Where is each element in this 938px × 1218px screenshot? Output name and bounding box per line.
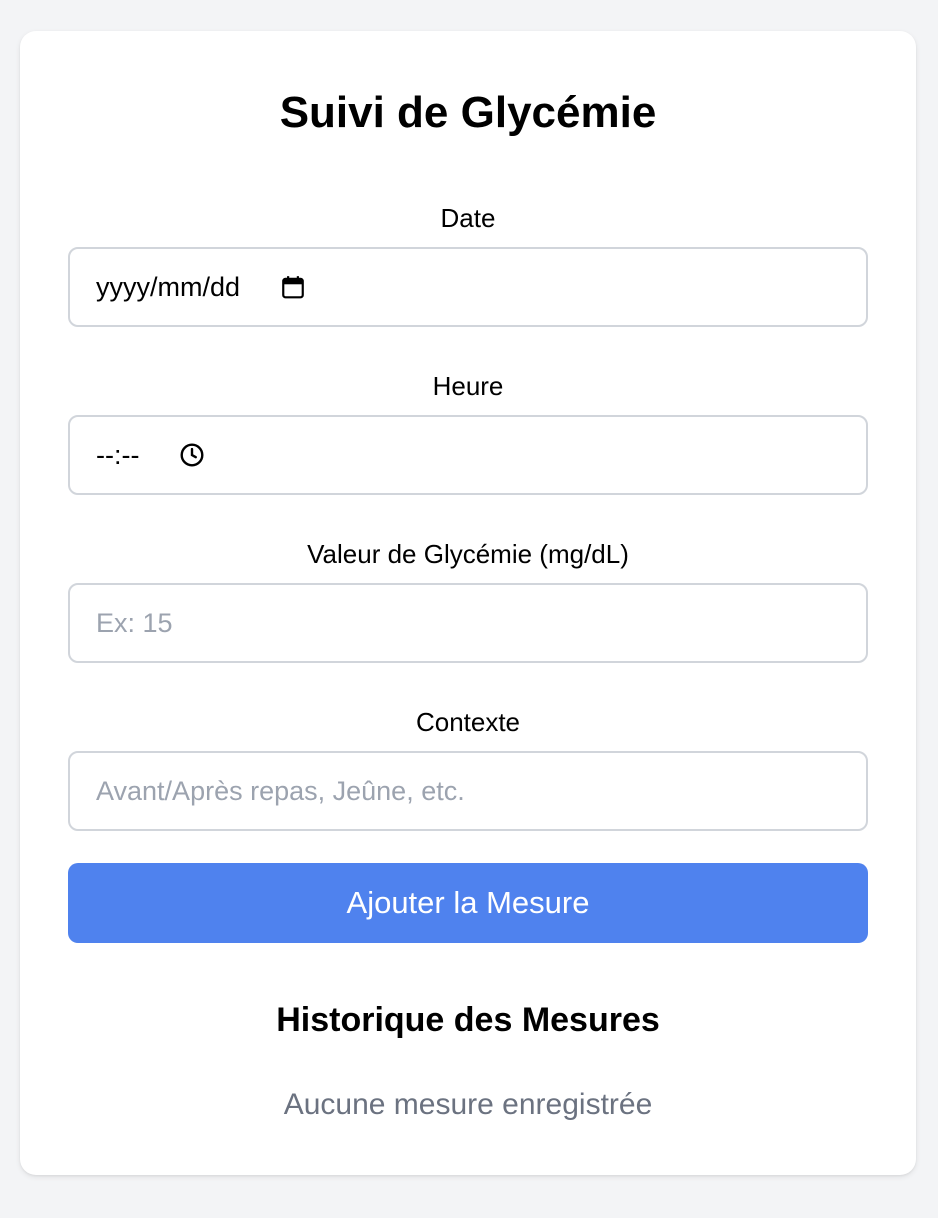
clock-icon[interactable] <box>179 442 205 468</box>
context-input[interactable] <box>96 753 866 829</box>
glucose-input[interactable] <box>96 585 866 661</box>
history-title: Historique des Mesures <box>276 1001 660 1039</box>
date-label: Date <box>440 203 496 233</box>
time-label: Heure <box>432 371 504 401</box>
date-field[interactable]: yyyy/mm/dd <box>68 247 868 327</box>
history-empty-message: Aucune mesure enregistrée <box>283 1088 653 1121</box>
context-field-wrapper <box>68 751 868 831</box>
context-label: Contexte <box>415 707 521 737</box>
time-field[interactable]: --:-- <box>68 415 868 495</box>
time-value: --:-- <box>96 439 140 470</box>
page-title: Suivi de Glycémie <box>279 88 657 137</box>
tracker-card: Suivi de Glycémie Date yyyy/mm/dd Heure … <box>20 31 916 1175</box>
add-measurement-button[interactable]: Ajouter la Mesure <box>68 863 868 943</box>
calendar-icon[interactable] <box>280 274 306 300</box>
date-value: yyyy/mm/dd <box>96 271 241 302</box>
glucose-field-wrapper <box>68 583 868 663</box>
glucose-label: Valeur de Glycémie (mg/dL) <box>307 539 629 569</box>
